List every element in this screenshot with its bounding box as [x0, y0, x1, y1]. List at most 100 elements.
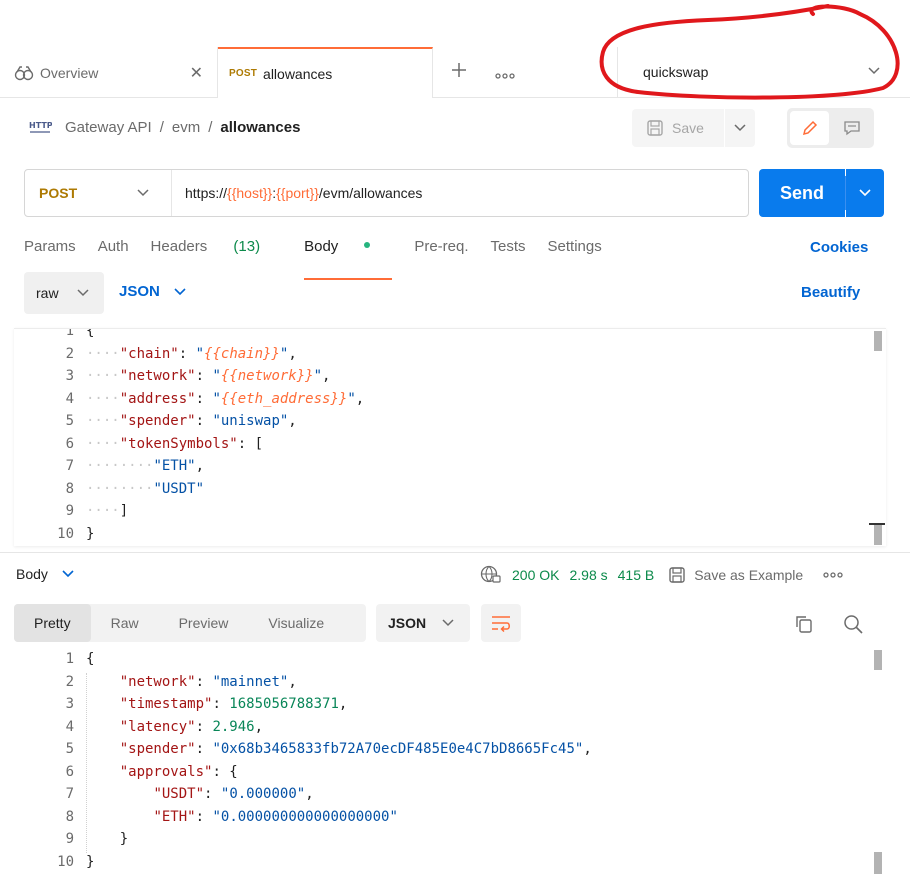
response-language-value: JSON [388, 615, 427, 631]
url-input[interactable]: https://{{host}}: {{port}}/evm/allowances [185, 170, 422, 216]
tab-method-badge: POST [229, 68, 258, 79]
chevron-down-icon [174, 287, 186, 295]
json-line: "ETH": "0.000000000000000000" [153, 809, 398, 825]
new-tab-icon[interactable] [450, 61, 468, 82]
breadcrumb-current[interactable]: allowances [220, 119, 300, 136]
more-options-icon[interactable] [823, 571, 843, 579]
line-number: 7 [65, 786, 74, 802]
cookies-link[interactable]: Cookies [810, 239, 868, 256]
line-number: 3 [65, 696, 74, 712]
line-number-gutter: 1 2 3 4 5 6 7 8 9 10 [14, 648, 74, 884]
response-language-select[interactable]: JSON [376, 604, 470, 642]
tab-tests[interactable]: Tests [491, 238, 526, 268]
line-number: 6 [65, 764, 74, 780]
status-code[interactable]: 200 OK [512, 567, 559, 583]
line-number: 9 [65, 831, 74, 847]
request-body-editor[interactable]: 1 2 3 4 5 6 7 8 9 10 { ····"chain": "{{c… [14, 328, 886, 546]
comment-icon [843, 121, 860, 136]
line-number: 2 [65, 346, 74, 362]
scrollbar-thumb[interactable] [874, 525, 882, 545]
save-as-example-button[interactable]: Save as Example [668, 566, 803, 584]
pencil-icon [802, 120, 817, 136]
scrollbar-thumb[interactable] [874, 331, 882, 351]
tab-params[interactable]: Params [24, 238, 76, 268]
response-section-select[interactable]: Body [16, 566, 74, 582]
tab-settings[interactable]: Settings [548, 238, 602, 268]
line-number: 10 [57, 854, 74, 870]
json-line: "latency": 2.946, [119, 719, 264, 735]
json-line: "timestamp": 1685056788371, [119, 696, 348, 712]
http-method-select[interactable]: POST [25, 170, 172, 216]
body-mode-select[interactable]: raw [24, 272, 104, 314]
url-scheme: https:// [185, 185, 228, 201]
line-number: 8 [65, 481, 74, 497]
line-number-gutter: 1 2 3 4 5 6 7 8 9 10 [14, 329, 74, 546]
send-divider [845, 176, 846, 210]
tab-prereq[interactable]: Pre-req. [414, 238, 468, 268]
body-indicator-dot [364, 242, 371, 248]
line-number: 7 [65, 458, 74, 474]
latency-value: 2.946 [212, 719, 255, 735]
send-dropdown-button[interactable] [846, 169, 884, 217]
format-raw[interactable]: Raw [91, 604, 159, 642]
format-pretty[interactable]: Pretty [14, 604, 91, 642]
globe-lock-icon [480, 565, 501, 583]
save-as-example-label: Save as Example [694, 567, 804, 583]
code-line: } [86, 526, 95, 542]
format-preview[interactable]: Preview [159, 604, 249, 642]
code-line-text: ] [119, 503, 129, 519]
tab-overview[interactable]: Overview ✕ [0, 47, 218, 98]
response-section-label: Body [16, 566, 48, 582]
tab-auth[interactable]: Auth [98, 238, 129, 268]
environment-selector[interactable]: quickswap [617, 47, 910, 97]
search-icon[interactable] [843, 614, 863, 637]
response-body-viewer[interactable]: 1 2 3 4 5 6 7 8 9 10 { "network": "mainn… [14, 648, 886, 884]
save-dropdown-button[interactable] [725, 109, 755, 147]
url-path: /evm/allowances [318, 185, 423, 201]
line-number: 4 [65, 391, 74, 407]
save-button[interactable]: Save [632, 109, 724, 147]
format-visualize[interactable]: Visualize [248, 604, 344, 642]
save-icon [647, 120, 663, 136]
code-line: ····] [86, 503, 129, 519]
breadcrumb-separator: / [159, 119, 164, 136]
tab-allowances[interactable]: POST allowances [218, 47, 433, 98]
url-host-variable: {{host}} [227, 185, 273, 201]
response-size[interactable]: 415 B [618, 567, 655, 583]
json-line: } [86, 831, 129, 847]
code-line-text: "address": "{{eth_address}}", [119, 391, 365, 407]
comments-button[interactable] [832, 111, 871, 145]
breadcrumb-collection[interactable]: Gateway API [65, 119, 152, 136]
breadcrumb: Gateway API / evm / allowances [65, 119, 300, 136]
scroll-marker [869, 523, 885, 525]
tab-body[interactable]: Body [304, 238, 393, 280]
beautify-button[interactable]: Beautify [801, 284, 860, 301]
request-url-bar: POST https://{{host}}: {{port}}/evm/allow… [24, 169, 749, 217]
body-language-value: JSON [119, 283, 160, 300]
usdt-value: 0.000000 [229, 786, 297, 802]
chevron-down-icon [859, 189, 871, 197]
send-button[interactable]: Send [759, 169, 845, 217]
close-icon[interactable]: ✕ [190, 63, 203, 83]
tab-headers-label: Headers [150, 238, 208, 255]
request-tabs: Params Auth Headers (13) Body Pre-req. T… [24, 238, 624, 280]
scrollbar-thumb[interactable] [874, 650, 882, 670]
chevron-down-icon [442, 619, 454, 627]
body-language-select[interactable]: JSON [119, 283, 186, 300]
edit-mode-button[interactable] [790, 111, 829, 145]
breadcrumb-folder[interactable]: evm [172, 119, 200, 136]
body-mode-value: raw [36, 285, 59, 301]
code-line-text: "tokenSymbols": [ [119, 436, 264, 452]
chevron-down-icon [62, 570, 74, 578]
code-line: ········"ETH", [86, 458, 205, 474]
scrollbar-thumb[interactable] [874, 852, 882, 874]
chevron-down-icon [868, 67, 880, 75]
copy-icon[interactable] [794, 614, 814, 637]
http-method-value: POST [39, 185, 78, 201]
environment-name: quickswap [643, 64, 709, 80]
wrap-lines-button[interactable] [481, 604, 521, 642]
more-tabs-icon[interactable] [495, 67, 515, 83]
tab-headers[interactable]: Headers (13) [151, 238, 283, 268]
response-time[interactable]: 2.98 s [569, 567, 607, 583]
indent-guide [86, 673, 87, 853]
